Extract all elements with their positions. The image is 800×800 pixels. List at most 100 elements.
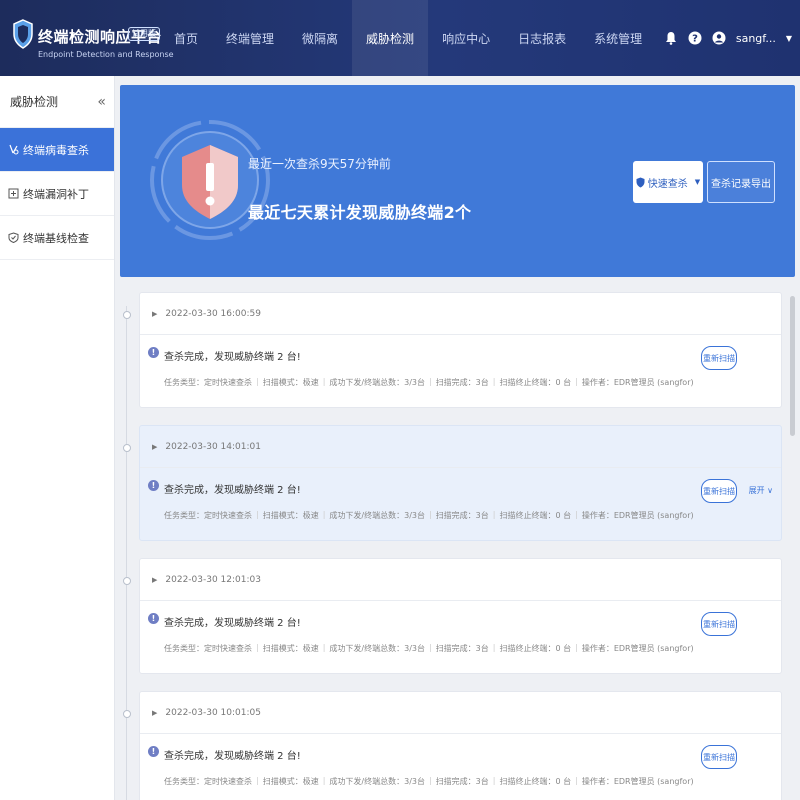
- record-meta: 任务类型：定时快速查杀 | 扫描模式：极速 | 成功下发/终端总数：3/3台 | 扫描…: [164, 510, 694, 520]
- user-icon[interactable]: [712, 31, 726, 45]
- record-meta: 任务类型：定时快速查杀 | 扫描模式：极速 | 成功下发/终端总数：3/3台 | 扫描…: [164, 643, 694, 653]
- shield-icon: [636, 177, 645, 187]
- record-header[interactable]: ▶ 2022-03-30 14:01:01: [140, 426, 781, 468]
- record-body: ! 查杀完成，发现威胁终端 2 台! 任务类型：定时快速查杀 | 扫描模式：极速 |…: [140, 468, 781, 541]
- top-navbar: 终端检测响应平台 试用版 Endpoint Detection and Resp…: [0, 0, 800, 76]
- record-time: 2022-03-30 10:01:05: [165, 707, 261, 718]
- record-body: ! 查杀完成，发现威胁终端 2 台! 任务类型：定时快速查杀 | 扫描模式：极速 |…: [140, 335, 781, 408]
- record-title: 查杀完成，发现威胁终端 2 台!: [164, 485, 301, 496]
- record-title: 查杀完成，发现威胁终端 2 台!: [164, 352, 301, 363]
- expand-label: 展开: [748, 486, 765, 495]
- scrollbar[interactable]: [790, 296, 795, 436]
- nav-endpoint-management[interactable]: 终端管理: [212, 0, 288, 76]
- meta-dispatch: 成功下发/终端总数：3/3台: [329, 378, 425, 387]
- meta-operator: 操作者：EDR管理员 (sangfor): [581, 378, 694, 387]
- rescan-button[interactable]: 重新扫描: [701, 612, 737, 636]
- sidebar-item-label: 终端漏洞补丁: [23, 187, 89, 201]
- shield-logo-icon: [13, 19, 33, 49]
- record-header[interactable]: ▶ 2022-03-30 16:00:59: [140, 293, 781, 335]
- chevron-down-icon[interactable]: ▼: [786, 34, 792, 43]
- chevron-down-icon: ∨: [767, 486, 773, 495]
- record-time: 2022-03-30 12:01:03: [165, 574, 261, 585]
- record-time: 2022-03-30 16:00:59: [165, 308, 261, 319]
- meta-task-type: 任务类型：定时快速查杀: [164, 777, 252, 786]
- warning-icon: !: [148, 347, 159, 358]
- warning-icon: !: [148, 480, 159, 491]
- export-records-button[interactable]: 查杀记录导出: [707, 161, 775, 203]
- main-nav: 首页 终端管理 微隔离 威胁检测 响应中心 日志报表 系统管理: [160, 0, 656, 76]
- record-body: ! 查杀完成，发现威胁终端 2 台! 任务类型：定时快速查杀 | 扫描模式：极速 |…: [140, 734, 781, 800]
- meta-scan-mode: 扫描模式：极速: [262, 511, 319, 520]
- meta-terminated: 扫描终止终端：0 台: [499, 511, 572, 520]
- threat-summary: 最近七天累计发现威胁终端2个: [248, 203, 472, 222]
- timeline-dot: [123, 444, 131, 452]
- meta-scan-mode: 扫描模式：极速: [262, 378, 319, 387]
- quick-scan-label: 快速查杀: [647, 178, 688, 190]
- sidebar-item-virus-scan[interactable]: 终端病毒查杀: [0, 128, 114, 172]
- meta-dispatch: 成功下发/终端总数：3/3台: [329, 644, 425, 653]
- scan-record: ▶ 2022-03-30 16:00:59 ! 查杀完成，发现威胁终端 2 台!…: [123, 292, 782, 408]
- meta-completed: 扫描完成：3台: [435, 511, 489, 520]
- timeline-dot: [123, 577, 131, 585]
- scan-record: ▶ 2022-03-30 14:01:01 ! 查杀完成，发现威胁终端 2 台!…: [123, 425, 782, 541]
- shield-alert-icon: [150, 120, 270, 240]
- meta-terminated: 扫描终止终端：0 台: [499, 644, 572, 653]
- meta-dispatch: 成功下发/终端总数：3/3台: [329, 777, 425, 786]
- nav-system-management[interactable]: 系统管理: [580, 0, 656, 76]
- nav-home[interactable]: 首页: [160, 0, 212, 76]
- meta-scan-mode: 扫描模式：极速: [262, 777, 319, 786]
- record-title: 查杀完成，发现威胁终端 2 台!: [164, 751, 301, 762]
- record-header[interactable]: ▶ 2022-03-30 10:01:05: [140, 692, 781, 734]
- nav-logs-reports[interactable]: 日志报表: [504, 0, 580, 76]
- warning-icon: !: [148, 746, 159, 757]
- user-name[interactable]: sangf...: [736, 32, 776, 45]
- meta-task-type: 任务类型：定时快速查杀: [164, 644, 252, 653]
- patch-icon: [8, 188, 19, 199]
- caret-right-icon[interactable]: ▶: [152, 709, 157, 717]
- meta-task-type: 任务类型：定时快速查杀: [164, 511, 252, 520]
- meta-task-type: 任务类型：定时快速查杀: [164, 378, 252, 387]
- record-body: ! 查杀完成，发现威胁终端 2 台! 任务类型：定时快速查杀 | 扫描模式：极速 |…: [140, 601, 781, 674]
- sidebar-item-vuln-patch[interactable]: 终端漏洞补丁: [0, 172, 114, 216]
- rescan-button[interactable]: 重新扫描: [701, 745, 737, 769]
- trial-badge: 试用版: [128, 27, 160, 41]
- scan-icon: [8, 144, 19, 155]
- nav-response-center[interactable]: 响应中心: [428, 0, 504, 76]
- meta-dispatch: 成功下发/终端总数：3/3台: [329, 511, 425, 520]
- warning-icon: !: [148, 613, 159, 624]
- last-scan-time: 最近一次查杀9天57分钟前: [248, 157, 391, 171]
- meta-terminated: 扫描终止终端：0 台: [499, 777, 572, 786]
- record-time: 2022-03-30 14:01:01: [165, 441, 261, 452]
- quick-scan-button[interactable]: 快速查杀 ▼: [633, 161, 703, 203]
- collapse-icon[interactable]: «: [97, 94, 106, 110]
- chevron-down-icon: ▼: [694, 178, 701, 186]
- caret-right-icon[interactable]: ▶: [152, 310, 157, 318]
- timeline-dot: [123, 710, 131, 718]
- help-icon[interactable]: ?: [688, 31, 702, 45]
- shield-check-icon: [8, 232, 19, 243]
- record-header[interactable]: ▶ 2022-03-30 12:01:03: [140, 559, 781, 601]
- nav-threat-detection[interactable]: 威胁检测: [352, 0, 429, 76]
- bell-icon[interactable]: [664, 31, 678, 45]
- sidebar-item-baseline-check[interactable]: 终端基线检查: [0, 216, 114, 260]
- nav-micro-isolation[interactable]: 微隔离: [288, 0, 352, 76]
- top-right-tools: ? sangf... ▼: [664, 0, 792, 76]
- scan-record: ▶ 2022-03-30 10:01:05 ! 查杀完成，发现威胁终端 2 台!…: [123, 691, 782, 800]
- record-meta: 任务类型：定时快速查杀 | 扫描模式：极速 | 成功下发/终端总数：3/3台 | 扫描…: [164, 776, 694, 786]
- sidebar-item-label: 终端基线检查: [23, 231, 89, 245]
- sidebar-header: 威胁检测 «: [0, 76, 114, 128]
- sidebar-title: 威胁检测: [10, 95, 59, 109]
- rescan-button[interactable]: 重新扫描: [701, 346, 737, 370]
- meta-completed: 扫描完成：3台: [435, 378, 489, 387]
- sidebar-item-label: 终端病毒查杀: [23, 143, 89, 157]
- timeline-dot: [123, 311, 131, 319]
- scan-summary-banner: 最近一次查杀9天57分钟前 最近七天累计发现威胁终端2个 快速查杀 ▼ 查杀记录…: [120, 85, 795, 277]
- main-content: 最近一次查杀9天57分钟前 最近七天累计发现威胁终端2个 快速查杀 ▼ 查杀记录…: [115, 76, 800, 800]
- rescan-button[interactable]: 重新扫描: [701, 479, 737, 503]
- meta-operator: 操作者：EDR管理员 (sangfor): [581, 644, 694, 653]
- caret-right-icon[interactable]: ▶: [152, 443, 157, 451]
- caret-right-icon[interactable]: ▶: [152, 576, 157, 584]
- expand-button[interactable]: 展开 ∨: [749, 485, 773, 496]
- scan-record: ▶ 2022-03-30 12:01:03 ! 查杀完成，发现威胁终端 2 台!…: [123, 558, 782, 674]
- record-meta: 任务类型：定时快速查杀 | 扫描模式：极速 | 成功下发/终端总数：3/3台 | 扫描…: [164, 377, 694, 387]
